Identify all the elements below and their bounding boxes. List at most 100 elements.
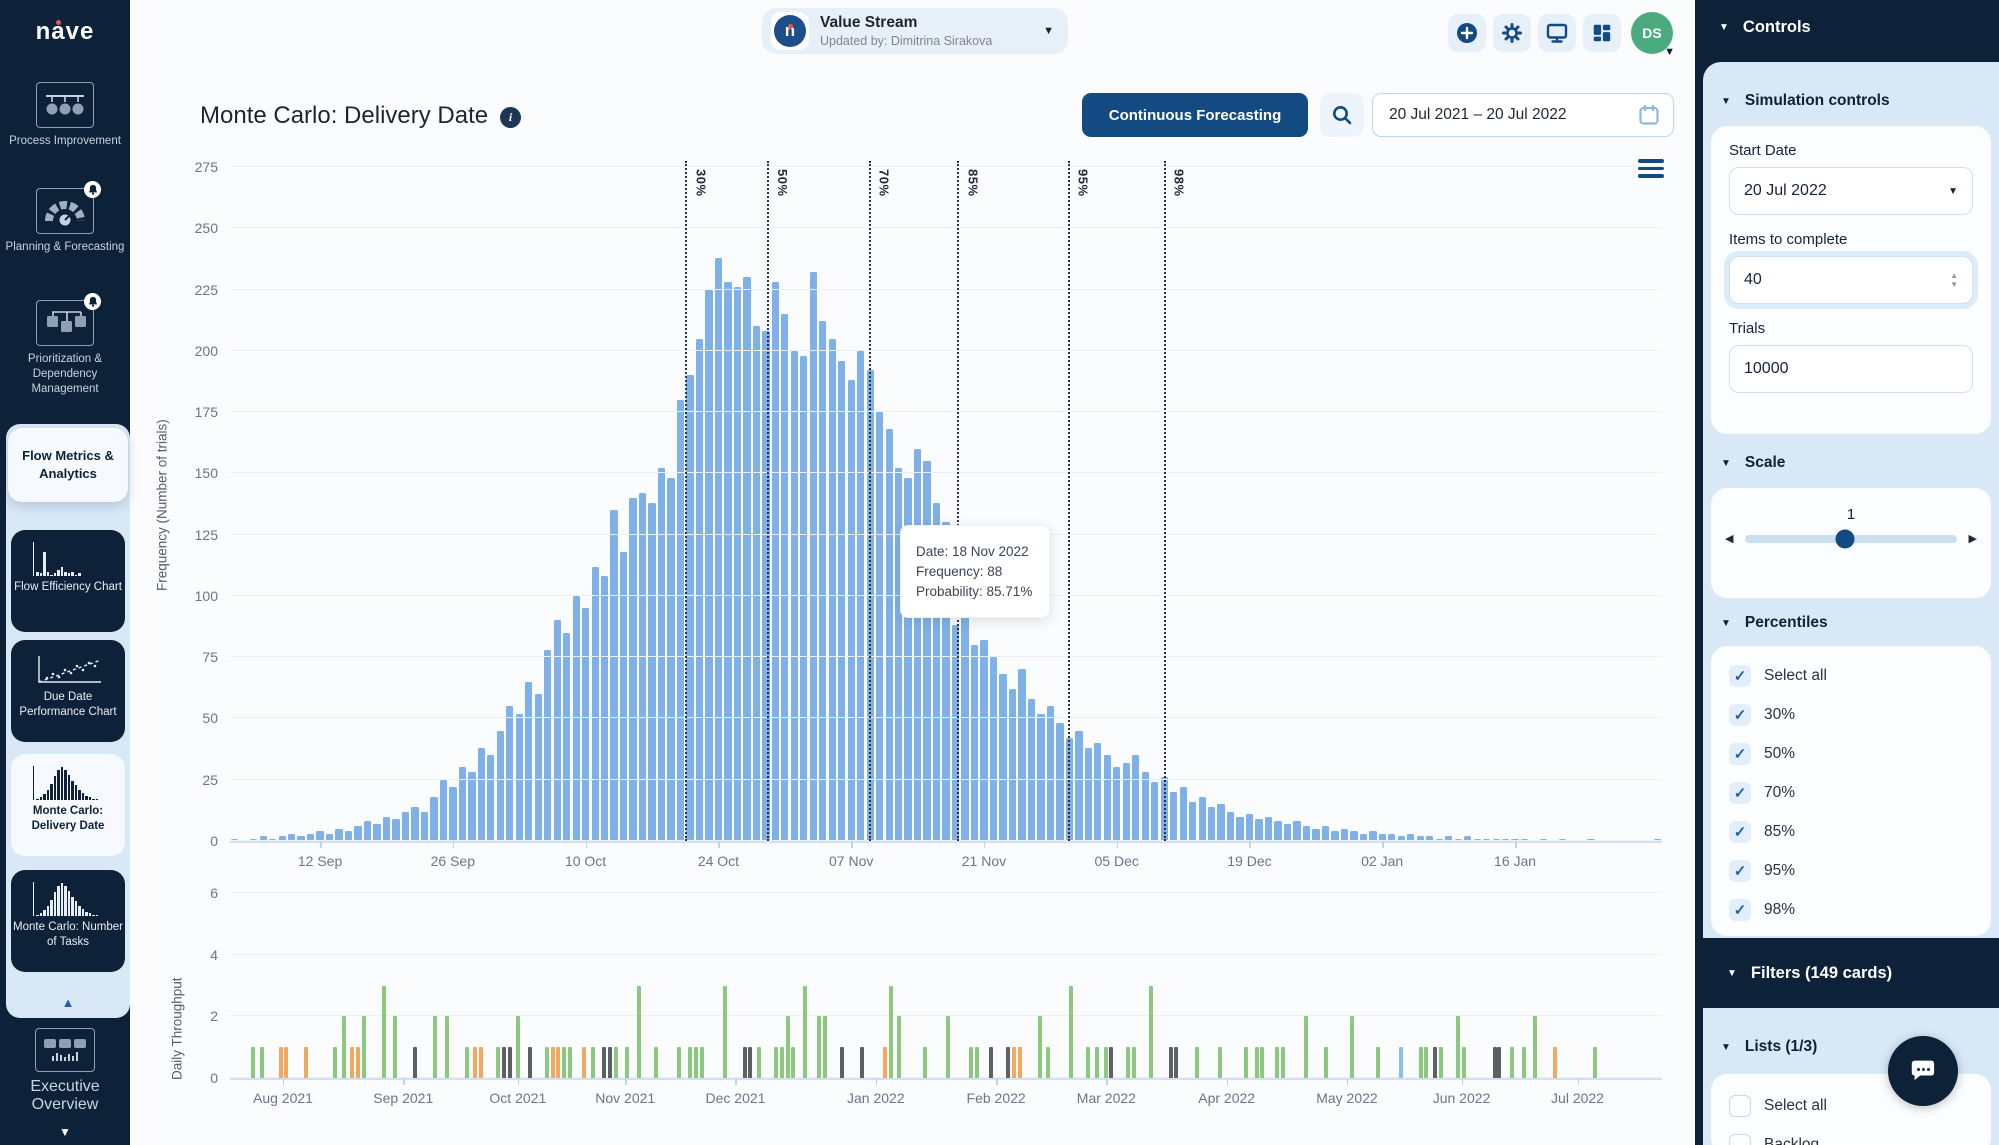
collapse-submenu-arrow-icon[interactable]: ▲	[6, 995, 130, 1010]
trials-input[interactable]: 10000	[1729, 345, 1973, 393]
throughput-bar[interactable]	[1456, 1016, 1460, 1078]
histogram-bar[interactable]	[1142, 772, 1149, 841]
throughput-bar[interactable]	[743, 1047, 747, 1078]
histogram-bar[interactable]	[1009, 689, 1016, 841]
throughput-bar[interactable]	[413, 1047, 417, 1078]
histogram-bar[interactable]	[1293, 821, 1300, 841]
histogram-bar[interactable]	[696, 339, 703, 841]
throughput-bar[interactable]	[473, 1047, 477, 1078]
histogram-bar[interactable]	[876, 412, 883, 841]
throughput-bar[interactable]	[382, 986, 386, 1079]
simulation-controls-header[interactable]: ▼Simulation controls	[1721, 92, 1890, 110]
list-checkbox-backlog[interactable]	[1729, 1134, 1751, 1145]
histogram-bar[interactable]	[999, 674, 1006, 841]
histogram-bar[interactable]	[705, 290, 712, 841]
throughput-bar[interactable]	[791, 1047, 795, 1078]
histogram-bar[interactable]	[1085, 748, 1092, 841]
histogram-bar[interactable]	[753, 326, 760, 841]
histogram-bar[interactable]	[468, 772, 475, 841]
histogram-bar[interactable]	[544, 650, 551, 841]
sidebar-item-prioritization[interactable]: Prioritization & Dependency Management	[0, 300, 130, 397]
throughput-bar[interactable]	[1433, 1047, 1437, 1078]
percentile-checkbox-70-[interactable]: ✓	[1729, 782, 1751, 804]
throughput-bar[interactable]	[502, 1047, 506, 1078]
percentiles-header[interactable]: ▼Percentiles	[1721, 614, 1828, 632]
throughput-bar[interactable]	[1149, 986, 1153, 1079]
throughput-bar[interactable]	[1126, 1047, 1130, 1078]
throughput-bar[interactable]	[889, 986, 893, 1079]
throughput-bar[interactable]	[1218, 1047, 1222, 1078]
slider-left-arrow[interactable]: ◀	[1725, 532, 1733, 545]
throughput-bar[interactable]	[260, 1047, 264, 1078]
histogram-bar[interactable]	[715, 258, 722, 841]
histogram-bar[interactable]	[1180, 787, 1187, 841]
histogram-bar[interactable]	[724, 282, 731, 841]
histogram-bar[interactable]	[772, 282, 779, 841]
throughput-bar[interactable]	[465, 1047, 469, 1078]
throughput-bar[interactable]	[989, 1047, 993, 1078]
throughput-bar[interactable]	[1169, 1047, 1173, 1078]
histogram-bar[interactable]	[1227, 812, 1234, 841]
percentile-checkbox-select-all[interactable]: ✓	[1729, 665, 1751, 687]
histogram-bar[interactable]	[677, 400, 684, 841]
slider-thumb[interactable]	[1835, 529, 1854, 548]
histogram-bar[interactable]	[895, 468, 902, 841]
histogram-bar[interactable]	[1028, 699, 1035, 841]
histogram-bar[interactable]	[1018, 669, 1025, 841]
throughput-bar[interactable]	[1069, 986, 1073, 1079]
throughput-bar[interactable]	[840, 1047, 844, 1078]
scale-slider[interactable]	[1745, 535, 1956, 543]
histogram-bar[interactable]	[1075, 731, 1082, 841]
histogram-bar[interactable]	[373, 824, 380, 841]
throughput-bar[interactable]	[923, 1047, 927, 1078]
throughput-bar[interactable]	[284, 1047, 288, 1078]
throughput-bar[interactable]	[445, 1016, 449, 1078]
throughput-bar[interactable]	[508, 1047, 512, 1078]
filters-section-header[interactable]: ▼Filters (149 cards)	[1703, 938, 1999, 1008]
throughput-bar[interactable]	[1522, 1047, 1526, 1078]
histogram-bar[interactable]	[354, 826, 361, 841]
throughput-bar[interactable]	[786, 1016, 790, 1078]
scale-header[interactable]: ▼Scale	[1721, 454, 1785, 472]
chat-button[interactable]	[1888, 1036, 1958, 1106]
histogram-bar[interactable]	[971, 645, 978, 841]
throughput-bar[interactable]	[1109, 1047, 1113, 1078]
search-button[interactable]	[1320, 93, 1364, 137]
throughput-bar[interactable]	[333, 1047, 337, 1078]
histogram-bar[interactable]	[1303, 826, 1310, 841]
histogram-bar[interactable]	[990, 657, 997, 841]
histogram-bar[interactable]	[838, 361, 845, 841]
throughput-bar[interactable]	[1510, 1047, 1514, 1078]
throughput-bar[interactable]	[700, 1047, 704, 1078]
histogram-bar[interactable]	[1189, 802, 1196, 841]
throughput-bar[interactable]	[1439, 1047, 1443, 1078]
throughput-bar[interactable]	[677, 1047, 681, 1078]
lists-header[interactable]: ▼Lists (1/3)	[1721, 1038, 1817, 1056]
histogram-bar[interactable]	[629, 498, 636, 841]
sidebar-item-flow-efficiency-chart[interactable]: Flow Efficiency Chart	[11, 530, 125, 632]
throughput-bar[interactable]	[1497, 1047, 1501, 1078]
histogram-bar[interactable]	[648, 503, 655, 841]
throughput-bar[interactable]	[748, 1047, 752, 1078]
throughput-bar[interactable]	[625, 1047, 629, 1078]
histogram-bar[interactable]	[1255, 819, 1262, 841]
histogram-bar[interactable]	[1217, 804, 1224, 841]
histogram-bar[interactable]	[980, 640, 987, 841]
histogram-bar[interactable]	[383, 817, 390, 842]
throughput-bar[interactable]	[568, 1047, 572, 1078]
sidebar-item-planning-forecasting[interactable]: Planning & Forecasting	[0, 188, 130, 255]
histogram-bar[interactable]	[1037, 714, 1044, 841]
histogram-bar[interactable]	[1104, 755, 1111, 841]
throughput-bar[interactable]	[479, 1047, 483, 1078]
throughput-bar[interactable]	[723, 986, 727, 1079]
throughput-bar[interactable]	[433, 1016, 437, 1078]
histogram-bar[interactable]	[961, 608, 968, 841]
histogram-bar[interactable]	[392, 819, 399, 841]
throughput-bar[interactable]	[694, 1047, 698, 1078]
controls-header[interactable]: ▼Controls	[1719, 18, 1811, 37]
throughput-bar[interactable]	[975, 1047, 979, 1078]
histogram-bar[interactable]	[848, 380, 855, 841]
date-range-input[interactable]: 20 Jul 2021 – 20 Jul 2022	[1372, 93, 1674, 137]
throughput-bar[interactable]	[1195, 1047, 1199, 1078]
histogram-bar[interactable]	[411, 807, 418, 841]
